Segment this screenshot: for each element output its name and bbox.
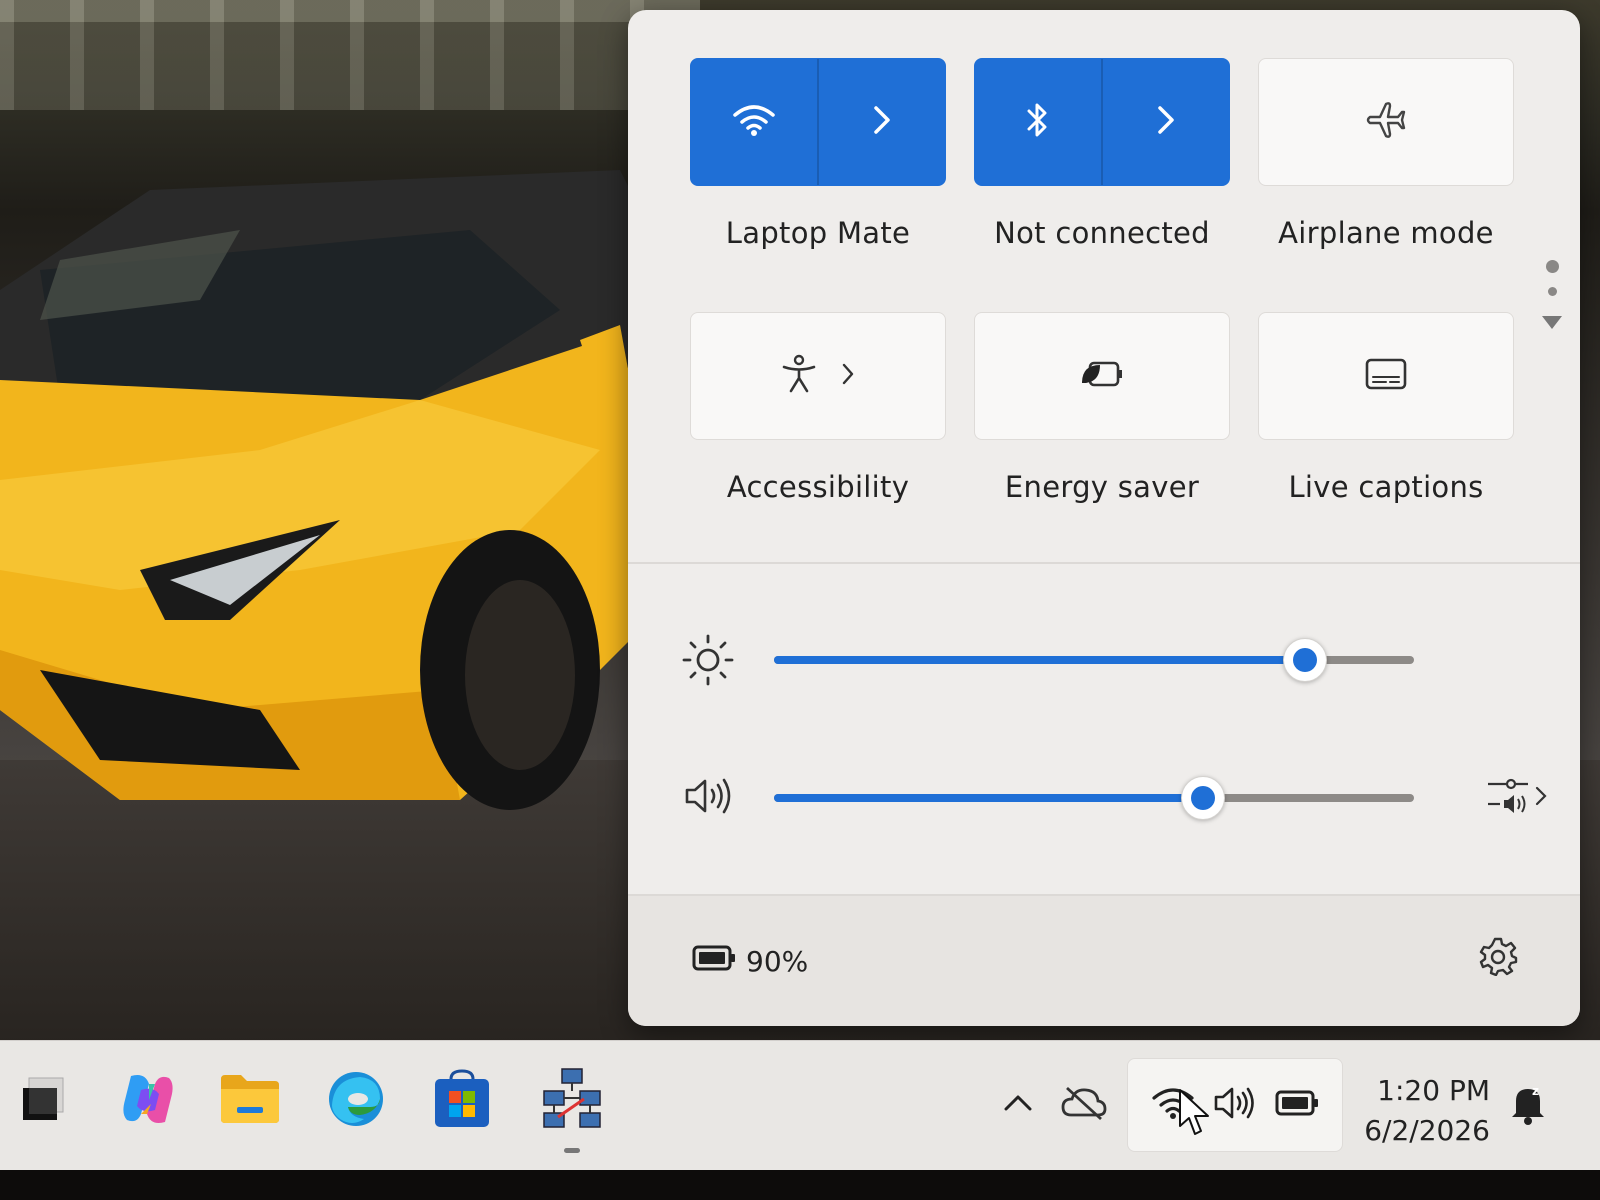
show-hidden-icons-button[interactable] xyxy=(985,1070,1051,1140)
live-captions-button[interactable] xyxy=(1258,312,1514,440)
battery-icon xyxy=(1275,1089,1319,1121)
folder-icon xyxy=(219,1073,281,1129)
quick-settings-button[interactable] xyxy=(1127,1058,1343,1152)
energy-saver-icon xyxy=(1078,357,1126,395)
copilot-icon xyxy=(119,1070,177,1132)
wifi-expand-button[interactable] xyxy=(817,59,945,185)
volume-slider-thumb[interactable] xyxy=(1180,776,1225,820)
section-divider xyxy=(628,562,1580,564)
network-computers-icon xyxy=(540,1067,604,1135)
airplane-mode-button[interactable] xyxy=(1258,58,1514,186)
taskbar-file-explorer[interactable] xyxy=(218,1069,282,1133)
taskbar-copilot[interactable] xyxy=(116,1069,180,1133)
tile-airplane: Airplane mode xyxy=(1258,58,1514,250)
wifi-icon xyxy=(732,103,776,141)
tile-bluetooth: Not connected xyxy=(974,58,1230,250)
audio-output-icon xyxy=(1486,776,1530,820)
settings-button[interactable] xyxy=(1474,934,1522,982)
bluetooth-toggle-button[interactable] xyxy=(975,59,1101,185)
speaker-icon xyxy=(683,776,733,820)
brightness-slider-thumb[interactable] xyxy=(1283,638,1328,682)
store-icon xyxy=(433,1069,491,1133)
accessibility-tile-label: Accessibility xyxy=(726,470,910,504)
taskbar-edge[interactable] xyxy=(324,1069,388,1133)
taskbar: 1:20 PM 6/2/2026 z xyxy=(0,1040,1600,1170)
tray-volume xyxy=(1204,1070,1266,1140)
taskbar-network-app[interactable] xyxy=(540,1067,604,1153)
cloud-offline-icon xyxy=(1061,1085,1107,1125)
bluetooth-tile-label: Not connected xyxy=(994,216,1210,250)
volume-row xyxy=(678,768,1547,828)
tile-accessibility: Accessibility xyxy=(690,312,946,504)
chevron-right-icon xyxy=(872,104,892,140)
volume-slider[interactable] xyxy=(774,776,1414,820)
tray-battery xyxy=(1266,1070,1328,1140)
bluetooth-toggle-tile xyxy=(974,58,1230,186)
live-captions-icon xyxy=(1364,357,1408,395)
bell-snooze-icon: z xyxy=(1508,1084,1548,1129)
chevron-up-icon xyxy=(1003,1094,1033,1116)
tile-energy-saver: Energy saver xyxy=(974,312,1230,504)
brightness-row xyxy=(678,630,1518,690)
energy-saver-button[interactable] xyxy=(974,312,1230,440)
airplane-tile-label: Airplane mode xyxy=(1278,216,1494,250)
tile-wifi: Laptop Mate xyxy=(690,58,946,250)
taskbar-store[interactable] xyxy=(430,1069,494,1133)
gear-icon xyxy=(1478,936,1518,980)
mouse-pointer-icon xyxy=(1179,1089,1209,1135)
wifi-tile-label: Laptop Mate xyxy=(725,216,911,250)
tile-live-captions: Live captions xyxy=(1258,312,1514,504)
brightness-slider[interactable] xyxy=(774,638,1414,682)
chevron-right-icon xyxy=(1156,104,1176,140)
accessibility-icon xyxy=(781,354,817,398)
battery-icon xyxy=(692,944,736,979)
sports-car-image xyxy=(0,170,640,810)
airplane-icon xyxy=(1364,98,1408,146)
page-dot-active[interactable] xyxy=(1545,260,1559,273)
wifi-toggle-tile xyxy=(690,58,946,186)
speaker-icon xyxy=(1213,1085,1257,1125)
system-tray xyxy=(985,1058,1343,1152)
page-indicator xyxy=(1542,260,1562,329)
clock-button[interactable]: 1:20 PM 6/2/2026 xyxy=(1350,1071,1490,1151)
chevron-right-icon xyxy=(841,359,855,394)
clock-time: 1:20 PM xyxy=(1377,1074,1490,1107)
quick-settings-footer: 90% xyxy=(628,894,1580,1026)
notifications-button[interactable]: z xyxy=(1508,1081,1548,1129)
onedrive-button[interactable] xyxy=(1051,1070,1117,1140)
bluetooth-icon xyxy=(1024,100,1052,144)
page-dot[interactable] xyxy=(1547,287,1557,296)
edge-icon xyxy=(326,1069,386,1133)
bluetooth-expand-button[interactable] xyxy=(1101,59,1229,185)
taskbar-task-view[interactable] xyxy=(12,1069,76,1133)
clock-date: 6/2/2026 xyxy=(1364,1114,1490,1147)
wifi-toggle-button[interactable] xyxy=(691,59,817,185)
audio-output-button[interactable] xyxy=(1486,776,1548,820)
battery-percent: 90% xyxy=(746,945,809,978)
energy-saver-tile-label: Energy saver xyxy=(1004,470,1200,504)
live-captions-tile-label: Live captions xyxy=(1288,470,1484,504)
battery-status-button[interactable]: 90% xyxy=(692,944,808,979)
task-view-icon xyxy=(19,1074,69,1128)
chevron-right-icon xyxy=(1534,785,1548,811)
screen-bezel xyxy=(0,1170,1600,1200)
next-page-arrow-icon[interactable] xyxy=(1542,316,1562,329)
svg-text:z: z xyxy=(1532,1084,1539,1098)
volume-mute-button[interactable] xyxy=(678,776,738,820)
quick-settings-panel: Laptop Mate Not connected Airplane mode … xyxy=(628,10,1580,1026)
running-indicator xyxy=(564,1148,580,1153)
accessibility-button[interactable] xyxy=(690,312,946,440)
brightness-icon xyxy=(678,633,738,687)
